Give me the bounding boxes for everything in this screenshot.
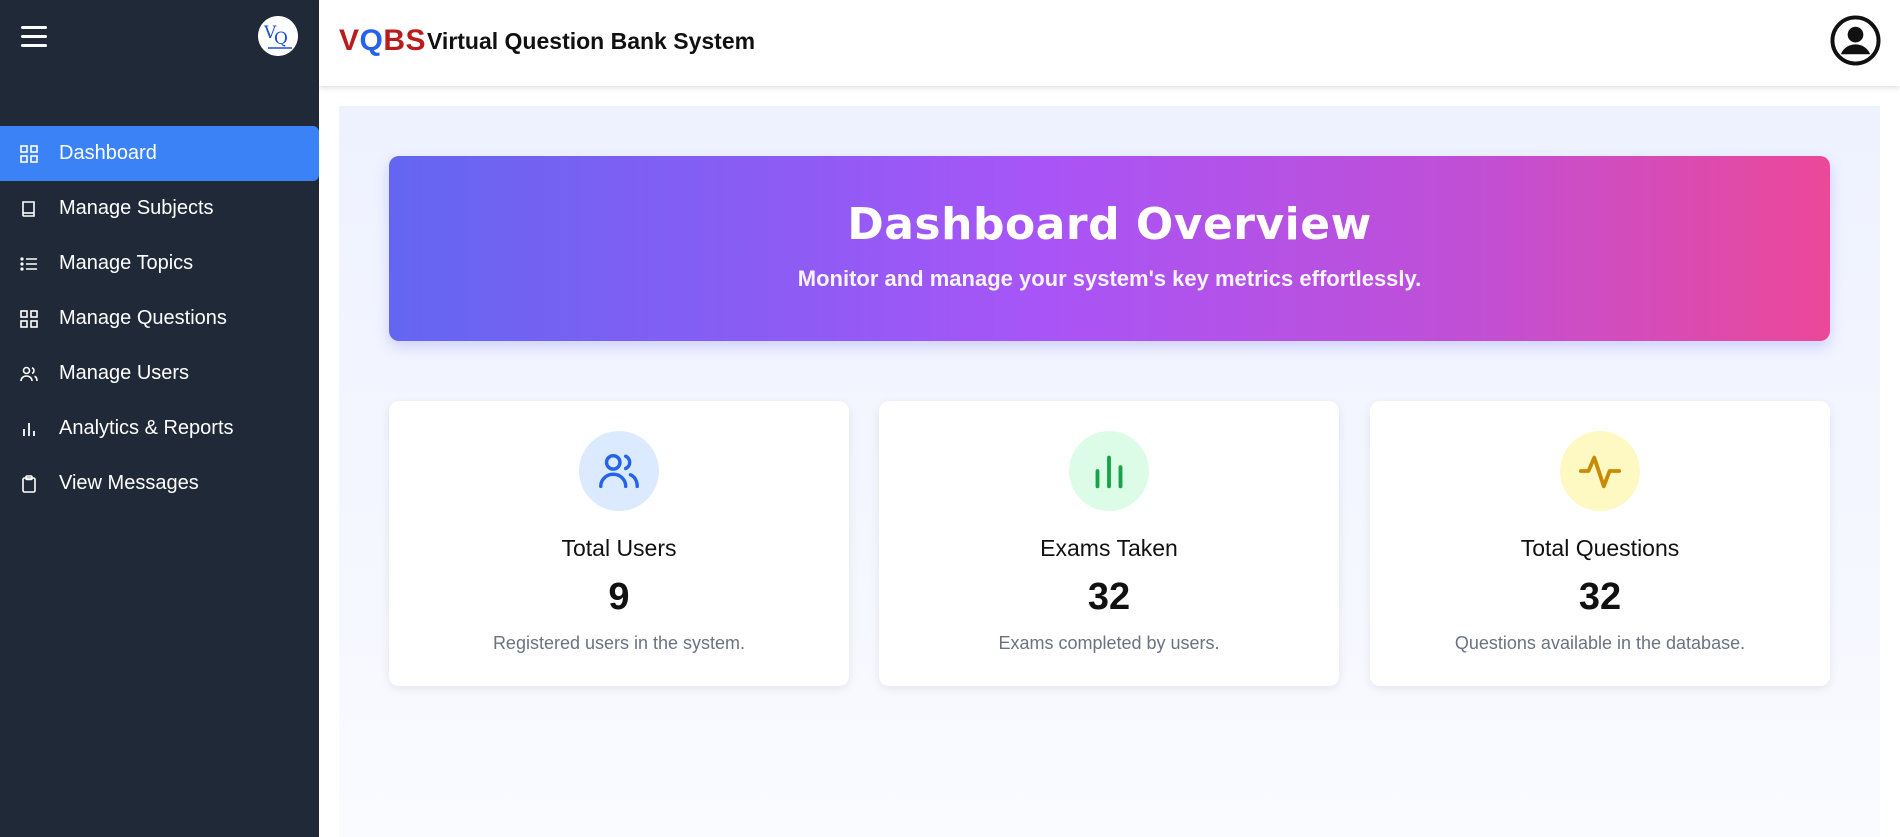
sidebar-item-label: Analytics & Reports [59, 417, 234, 439]
sidebar-nav: Dashboard Manage Subjects Manage Topics … [0, 126, 319, 511]
stat-label: Exams Taken [1040, 535, 1178, 561]
stat-description: Questions available in the database. [1454, 633, 1746, 653]
sidebar-item-manage-questions[interactable]: Manage Questions [0, 291, 319, 346]
sidebar-item-label: Manage Users [59, 362, 190, 384]
logo: V Q [258, 16, 298, 56]
app-title: Virtual Question Bank System [427, 28, 756, 54]
sidebar-item-manage-subjects[interactable]: Manage Subjects [0, 181, 319, 236]
menu-toggle-icon[interactable] [21, 26, 47, 48]
sidebar-item-manage-users[interactable]: Manage Users [0, 346, 319, 401]
sidebar-item-label: Dashboard [59, 142, 157, 164]
sidebar-item-dashboard[interactable]: Dashboard [0, 126, 319, 181]
stat-card-exams-taken: Exams Taken 32 Exams completed by users. [879, 401, 1339, 686]
brand-letter-v: V [339, 24, 360, 57]
dashboard-hero-banner: Dashboard Overview Monitor and manage yo… [389, 156, 1830, 341]
stat-description: Registered users in the system. [492, 633, 746, 653]
users-icon [18, 363, 40, 385]
stat-value: 32 [1087, 576, 1131, 618]
book-icon [18, 198, 40, 220]
svg-text:Q: Q [274, 29, 288, 49]
stat-card-total-users: Total Users 9 Registered users in the sy… [389, 401, 849, 686]
sidebar-item-label: View Messages [59, 472, 199, 494]
grid-icon [18, 143, 40, 165]
stat-value: 9 [608, 576, 630, 618]
grid-icon [18, 308, 40, 330]
sidebar-item-view-messages[interactable]: View Messages [0, 456, 319, 511]
sidebar-item-analytics-reports[interactable]: Analytics & Reports [0, 401, 319, 456]
main-content: Dashboard Overview Monitor and manage yo… [339, 106, 1880, 837]
stat-label: Total Users [561, 535, 677, 561]
page-subtitle: Monitor and manage your system's key met… [797, 266, 1422, 291]
bar-chart-icon [1069, 431, 1149, 511]
sidebar-item-label: Manage Topics [59, 252, 194, 274]
stats-cards: Total Users 9 Registered users in the sy… [389, 401, 1830, 686]
stat-value: 32 [1578, 576, 1622, 618]
users-icon [579, 431, 659, 511]
top-header: VQBS Virtual Question Bank System [319, 0, 1900, 86]
list-icon [18, 253, 40, 275]
user-profile-icon[interactable] [1830, 15, 1881, 66]
bar-chart-icon [18, 418, 40, 440]
activity-icon [1560, 431, 1640, 511]
stat-description: Exams completed by users. [998, 633, 1220, 653]
brand-letters-bs: BS [383, 24, 427, 57]
clipboard-icon [18, 473, 40, 495]
stat-label: Total Questions [1520, 535, 1680, 561]
brand-logo-text[interactable]: VQBS [339, 24, 426, 58]
page-title: Dashboard Overview [847, 199, 1372, 250]
sidebar: V Q Dashboard Manage Subjects Manage Top… [0, 0, 319, 837]
stat-card-total-questions: Total Questions 32 Questions available i… [1370, 401, 1830, 686]
sidebar-item-label: Manage Subjects [59, 197, 214, 219]
brand-letter-q: Q [359, 24, 384, 57]
sidebar-item-manage-topics[interactable]: Manage Topics [0, 236, 319, 291]
sidebar-item-label: Manage Questions [59, 307, 227, 329]
